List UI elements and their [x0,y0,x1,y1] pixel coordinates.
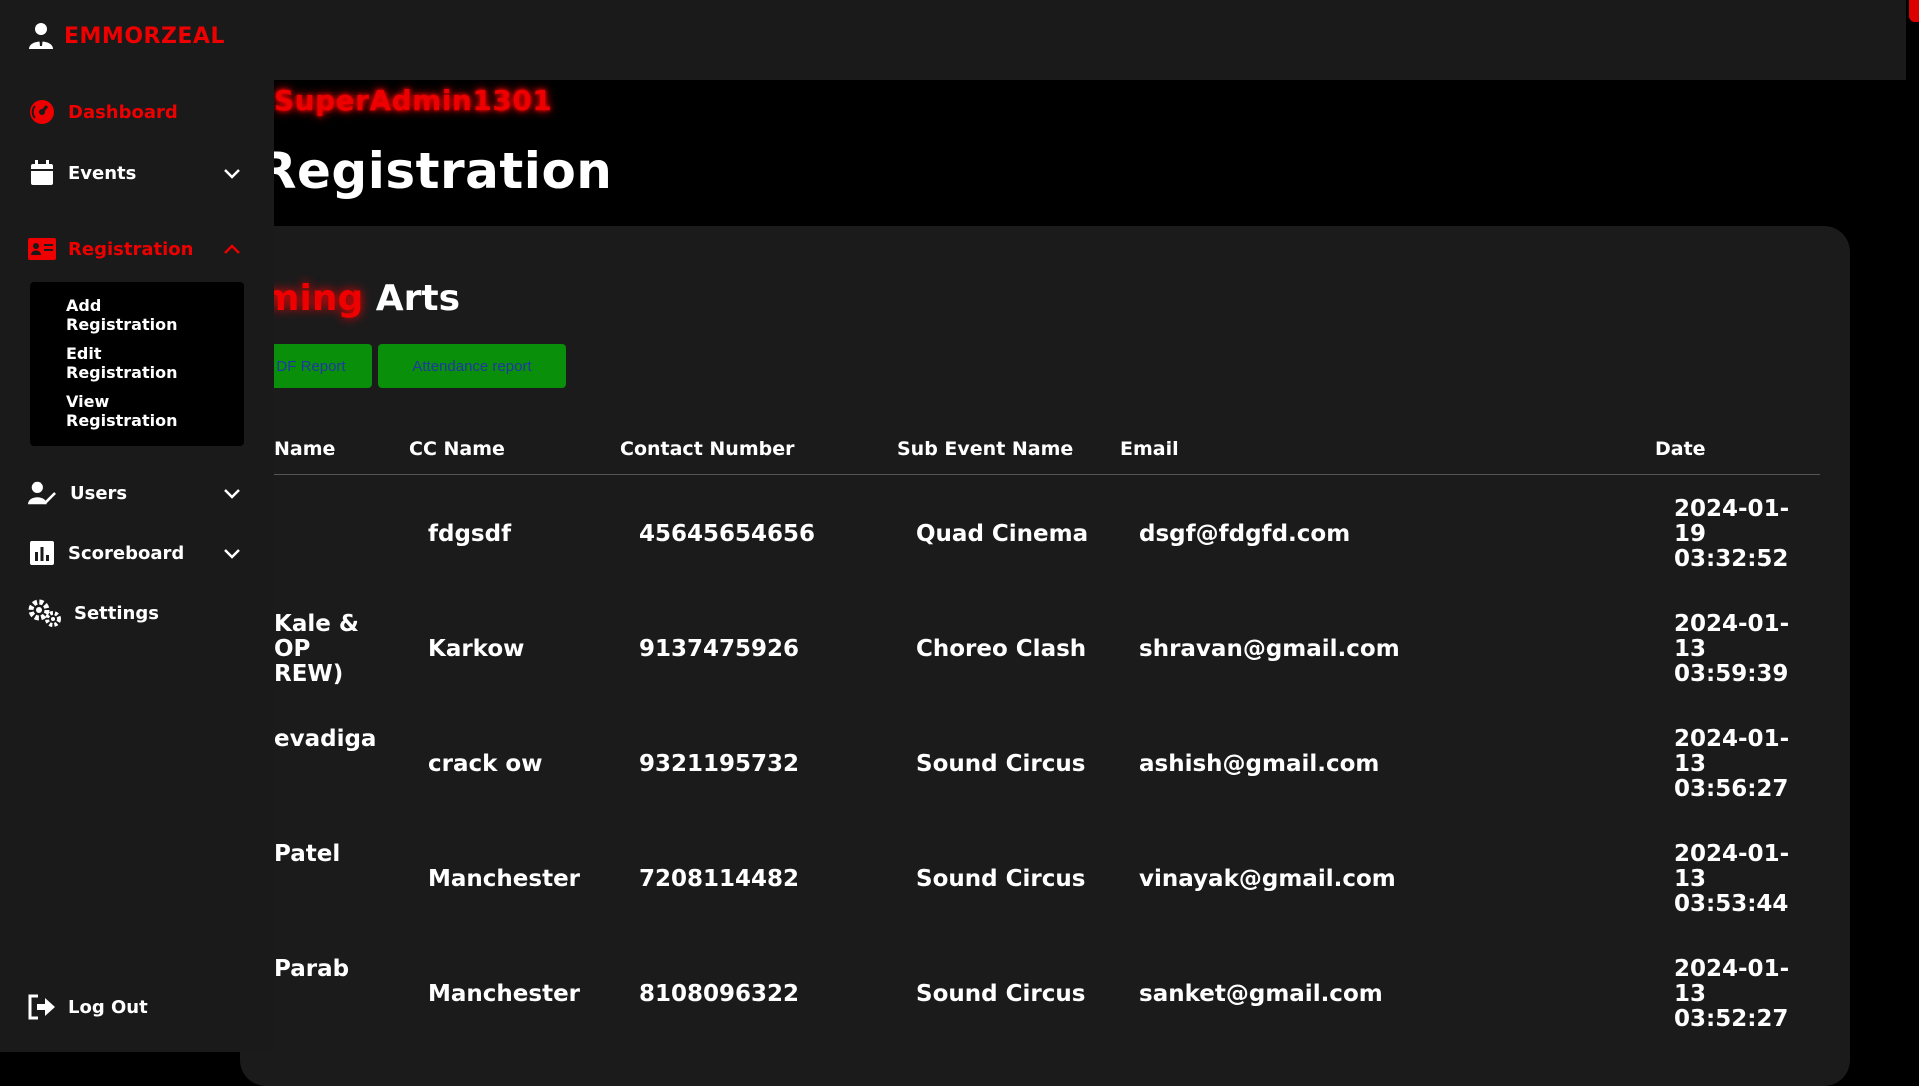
column-header-sub-event[interactable]: Sub Event Name [897,438,1073,460]
calendar-icon [28,159,56,187]
user-edit-icon [28,479,56,507]
sidebar-item-label: Registration [68,238,194,260]
cell-date-line2: 13 [1674,866,1707,892]
logout-button[interactable]: Log Out [28,993,148,1021]
chevron-up-icon[interactable] [222,239,242,259]
registration-submenu: Add Registration Edit Registration View … [30,282,244,446]
cell-date-line3: 03:52:27 [1674,1006,1789,1032]
header-divider [240,474,1820,475]
id-card-icon [28,235,56,263]
column-header-cc-name[interactable]: CC Name [409,438,505,460]
cell-date-line2: 13 [1674,636,1707,662]
sidebar-item-label: Scoreboard [68,542,185,564]
sidebar: EMMORZEAL Dashboard Events Registration … [0,0,274,1052]
cell-date-line3: 03:53:44 [1674,891,1789,917]
logout-icon [28,993,56,1021]
cell-date-line1: 2024-01- [1674,841,1790,867]
submenu-label-line1: View [66,392,110,411]
card-title-red: ming [262,278,364,319]
sidebar-item-dashboard[interactable]: Dashboard [28,98,178,126]
brand-logo[interactable]: EMMORZEAL [28,22,225,50]
cell-cc-name: crack ow [428,751,543,777]
submenu-view-registration[interactable]: View Registration [66,392,177,430]
cell-contact: 8108096322 [639,981,800,1007]
cell-contact: 9321195732 [639,751,800,777]
cell-date-line3: 03:32:52 [1674,546,1789,572]
sidebar-item-scoreboard[interactable]: Scoreboard [28,539,184,567]
card-title-white: Arts [375,278,461,319]
cell-date-line1: 2024-01- [1674,611,1790,637]
cell-date-line1: 2024-01- [1674,496,1790,522]
chevron-down-icon[interactable] [222,544,242,564]
cell-name: Patel [274,841,341,867]
column-header-email[interactable]: Email [1120,438,1179,460]
submenu-label-line2: Registration [66,363,178,382]
cell-contact: 9137475926 [639,636,800,662]
bar-chart-icon [28,539,56,567]
sidebar-item-users[interactable]: Users [28,479,127,507]
cell-contact: 7208114482 [639,866,800,892]
sidebar-item-label: Dashboard [68,101,178,123]
chevron-down-icon[interactable] [222,484,242,504]
cell-cc-name: Karkow [428,636,525,662]
sidebar-item-label: Events [68,162,137,184]
cell-name: evadiga [274,726,377,752]
cell-sub-event: Sound Circus [916,751,1086,777]
cell-cc-name: fdgsdf [428,521,512,547]
sidebar-item-settings[interactable]: Settings [28,599,159,627]
cell-email: dsgf@fdgfd.com [1139,521,1351,547]
card-title: ming Arts [262,278,460,319]
cell-date-line2: 19 [1674,521,1707,547]
column-header-name[interactable]: Name [274,438,335,460]
cell-cc-name: Manchester [428,981,581,1007]
gears-icon [28,599,62,627]
cell-sub-event: Sound Circus [916,981,1086,1007]
column-header-date[interactable]: Date [1655,438,1706,460]
cell-date-line3: 03:56:27 [1674,776,1789,802]
dashboard-gauge-icon [28,98,56,126]
sidebar-item-label: Users [70,482,128,504]
cell-name: Kale & OP REW) [274,611,359,687]
column-header-contact[interactable]: Contact Number [620,438,794,460]
page-title: Registration [258,142,613,200]
cell-sub-event: Quad Cinema [916,521,1089,547]
cell-date-line1: 2024-01- [1674,726,1790,752]
sidebar-item-label: Settings [74,602,159,624]
cell-date-line1: 2024-01- [1674,956,1790,982]
submenu-edit-registration[interactable]: Edit Registration [66,344,177,382]
cell-email: shravan@gmail.com [1139,636,1400,662]
main-content: SuperAdmin1301 Registration ming Arts DF… [0,0,1919,1086]
sidebar-item-registration[interactable]: Registration [28,235,193,263]
cell-email: ashish@gmail.com [1139,751,1380,777]
submenu-add-registration[interactable]: Add Registration [66,296,177,334]
brand-name: EMMORZEAL [64,23,225,49]
cell-name: Parab [274,956,350,982]
cell-date-line3: 03:59:39 [1674,661,1789,687]
cell-email: sanket@gmail.com [1139,981,1383,1007]
cell-date-line2: 13 [1674,981,1707,1007]
cell-email: vinayak@gmail.com [1139,866,1396,892]
submenu-label-line1: Add [66,296,102,315]
cell-sub-event: Sound Circus [916,866,1086,892]
attendance-report-button[interactable]: Attendance report [378,344,566,388]
submenu-label-line2: Registration [66,315,178,334]
chevron-down-icon[interactable] [222,164,242,184]
cell-date-line2: 13 [1674,751,1707,777]
submenu-label-line1: Edit [66,344,102,363]
user-badge-icon [29,23,53,49]
submenu-label-line2: Registration [66,411,178,430]
sidebar-item-events[interactable]: Events [28,159,136,187]
logout-label: Log Out [68,996,148,1018]
welcome-username: SuperAdmin1301 [274,84,553,117]
cell-sub-event: Choreo Clash [916,636,1087,662]
cell-cc-name: Manchester [428,866,581,892]
cell-contact: 45645654656 [639,521,816,547]
